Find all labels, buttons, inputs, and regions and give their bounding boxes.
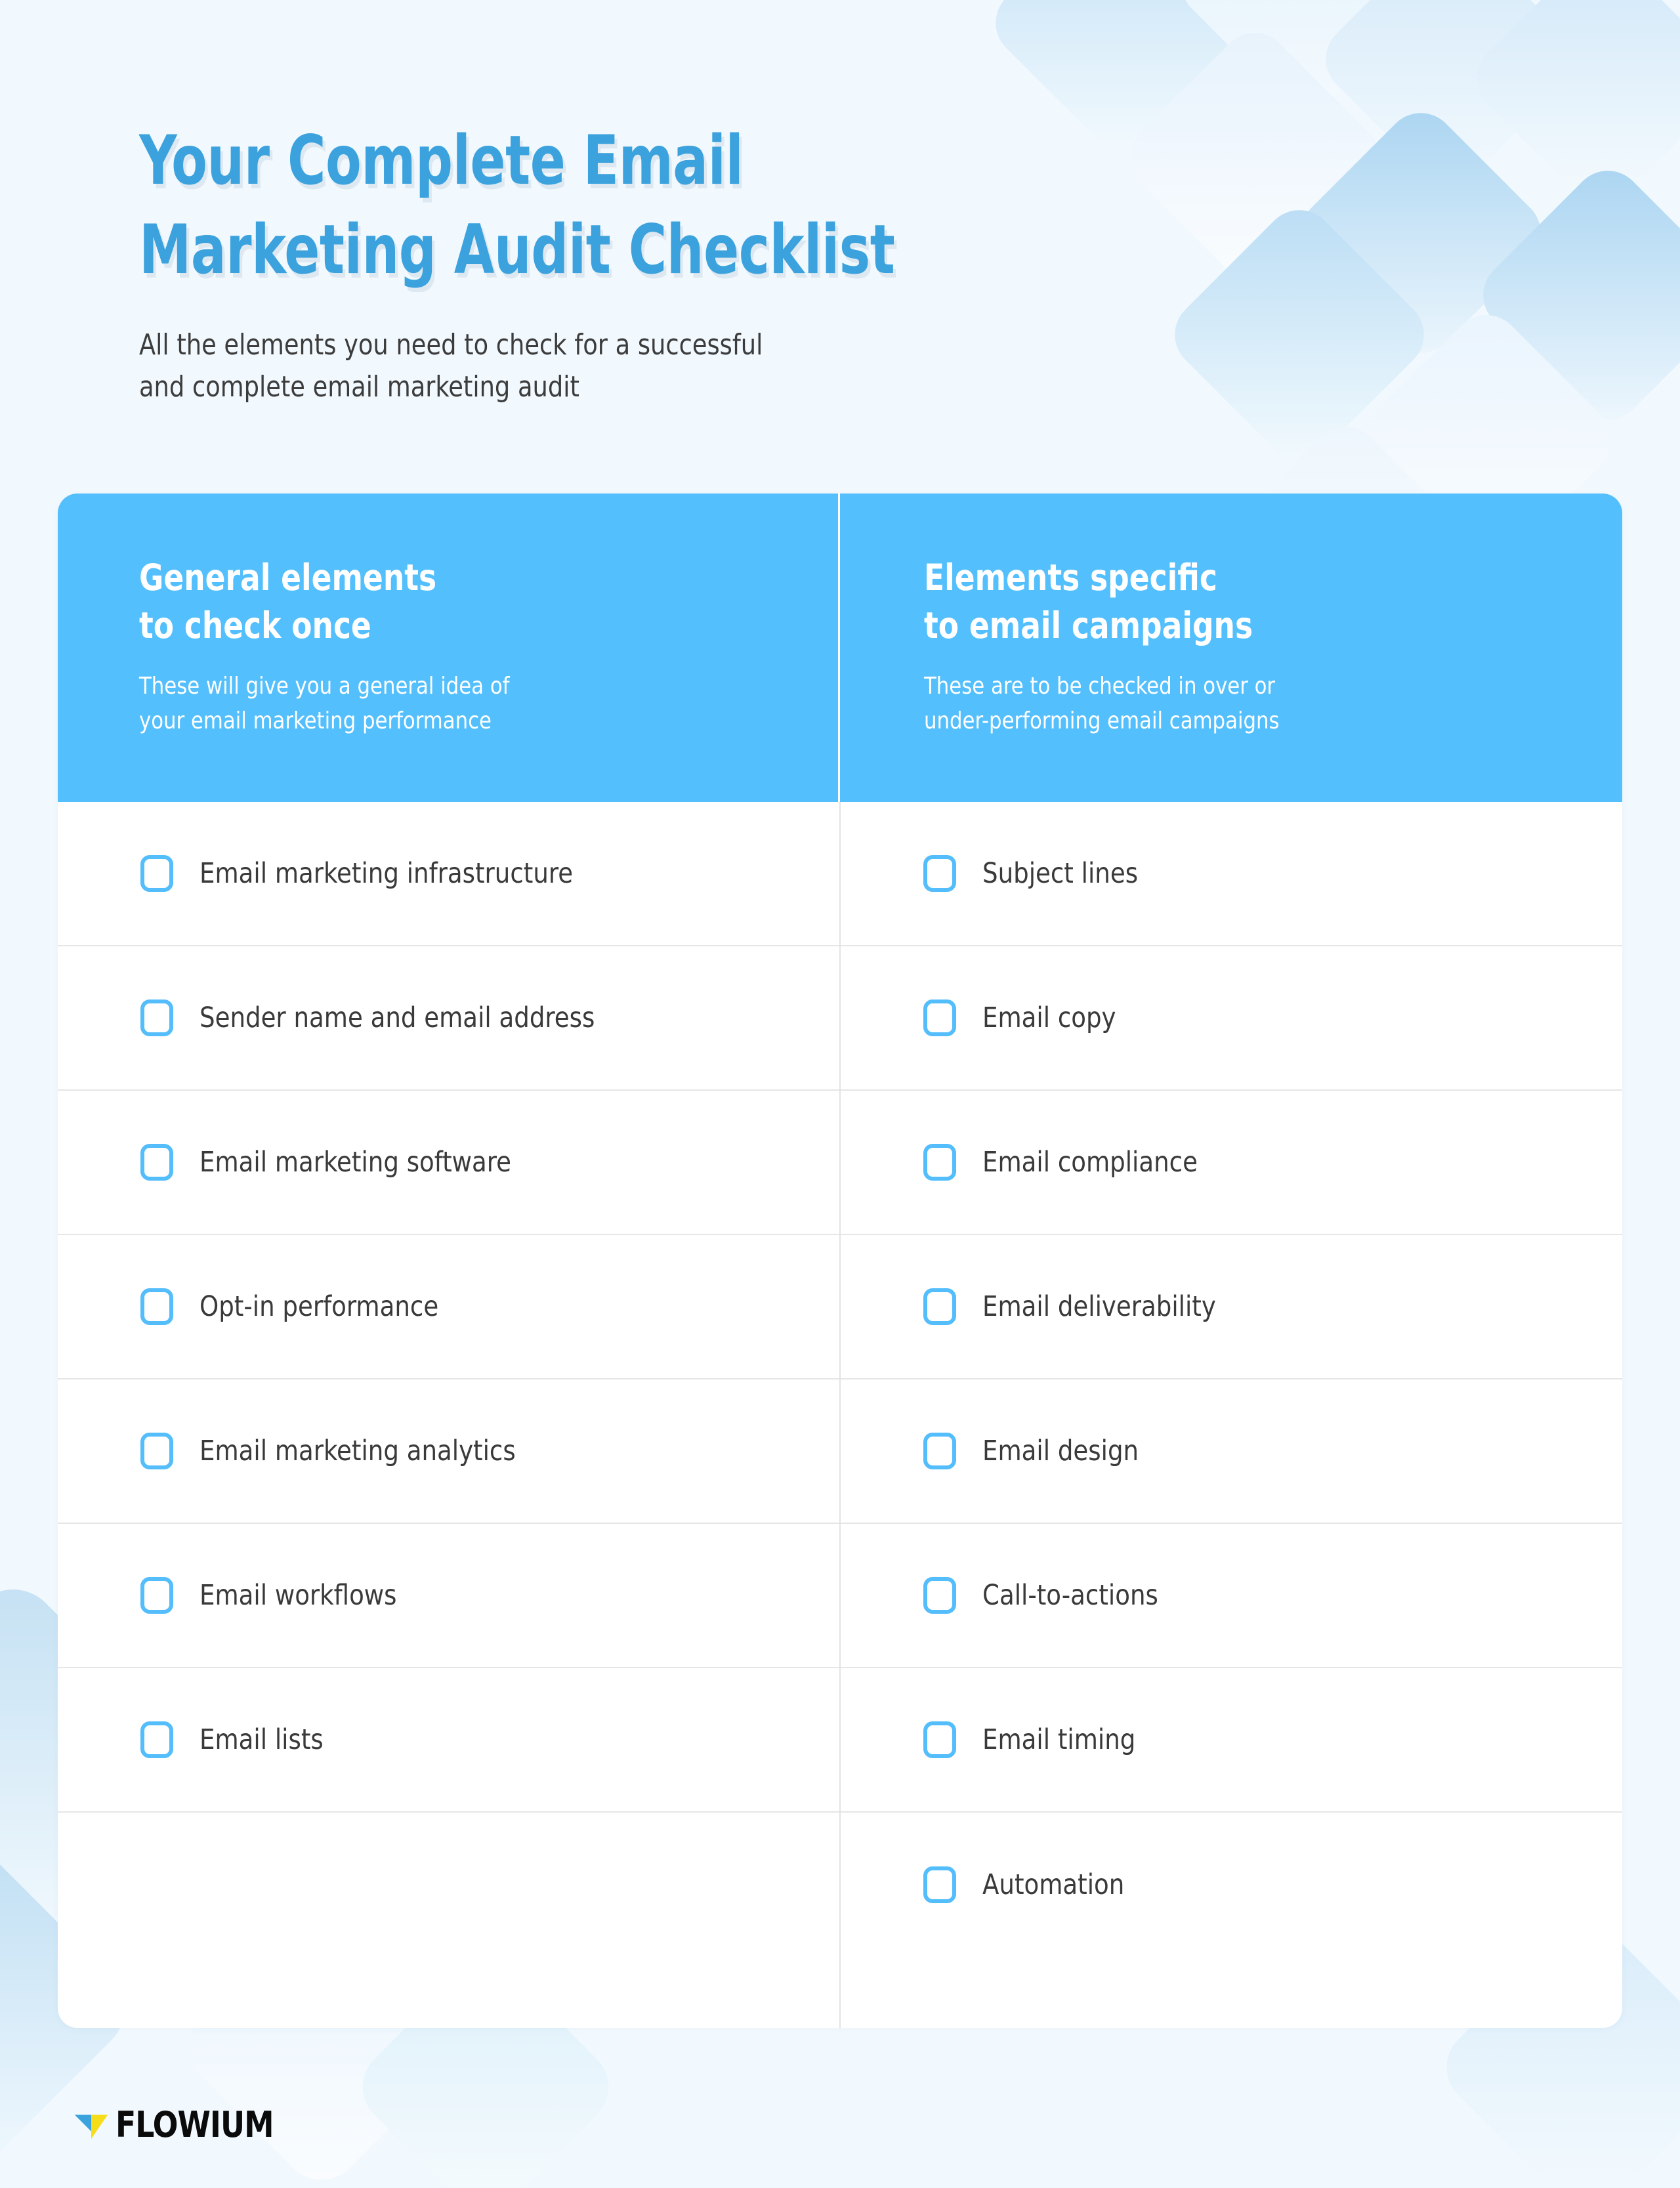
checkbox-icon[interactable] (140, 855, 173, 892)
checklist-row[interactable]: Email copy (841, 946, 1622, 1091)
checkbox-icon[interactable] (923, 999, 956, 1036)
column-subheading: These will give you a general idea of yo… (139, 673, 510, 735)
checkbox-icon[interactable] (923, 1288, 956, 1325)
checkbox-icon[interactable] (923, 1577, 956, 1614)
checklist-item-label: Opt-in performance (200, 1290, 439, 1323)
checklist-item-label: Email timing (982, 1723, 1136, 1756)
checklist-column-general: Email marketing infrastructure Sender na… (58, 802, 839, 2028)
checklist-row[interactable]: Automation (841, 1813, 1622, 1957)
checklist-row-empty (58, 1813, 839, 1957)
checkbox-icon[interactable] (923, 855, 956, 892)
checklist-row[interactable]: Email marketing analytics (58, 1379, 839, 1524)
checklist-card: General elements to check once These wil… (58, 494, 1622, 2028)
checklist-item-label: Email design (982, 1435, 1139, 1467)
checklist-item-label: Subject lines (982, 857, 1139, 890)
checkbox-icon[interactable] (923, 1721, 956, 1758)
column-heading: General elements to check once (139, 557, 437, 646)
checklist-row[interactable]: Email workflows (58, 1524, 839, 1668)
column-header-general: General elements to check once These wil… (58, 494, 838, 802)
checklist-item-label: Email marketing infrastructure (200, 857, 574, 890)
checklist-row[interactable]: Email compliance (841, 1091, 1622, 1235)
flowium-logo-text: FLOWIUM (116, 2104, 274, 2145)
checklist-item-label: Automation (982, 1868, 1125, 1901)
checkbox-icon[interactable] (140, 1144, 173, 1181)
checklist-item-label: Email marketing software (200, 1146, 512, 1179)
checkbox-icon[interactable] (140, 1288, 173, 1325)
checkbox-icon[interactable] (140, 999, 173, 1036)
checklist-row[interactable]: Email marketing infrastructure (58, 802, 839, 946)
checklist-row[interactable]: Sender name and email address (58, 946, 839, 1091)
page-title: Your Complete Email Marketing Audit Chec… (139, 121, 895, 289)
checklist-item-label: Email compliance (982, 1146, 1198, 1179)
checklist-item-label: Email deliverability (982, 1290, 1216, 1323)
checklist-item-label: Email marketing analytics (200, 1435, 516, 1467)
checklist-row[interactable]: Email design (841, 1379, 1622, 1524)
checklist-item-label: Email lists (200, 1723, 324, 1756)
checklist-row[interactable]: Email deliverability (841, 1235, 1622, 1379)
checklist-row[interactable]: Subject lines (841, 802, 1622, 946)
checklist-item-label: Email workflows (200, 1579, 397, 1612)
checklist-row[interactable]: Opt-in performance (58, 1235, 839, 1379)
column-header-campaigns: Elements specific to email campaigns The… (837, 494, 1623, 802)
checkbox-icon[interactable] (140, 1721, 173, 1758)
checkbox-icon[interactable] (923, 1866, 956, 1903)
column-subheading: These are to be checked in over or under… (923, 673, 1280, 735)
checklist-item-label: Email copy (982, 1001, 1116, 1034)
checkbox-icon[interactable] (923, 1433, 956, 1469)
flowium-logo-mark-icon (74, 2114, 108, 2139)
checklist-column-campaigns: Subject lines Email copy Email complianc… (839, 802, 1622, 2028)
checklist-item-label: Call-to-actions (982, 1579, 1158, 1612)
checkbox-icon[interactable] (923, 1144, 956, 1181)
column-heading: Elements specific to email campaigns (923, 557, 1253, 646)
flowium-logo: FLOWIUM (72, 2104, 284, 2145)
checklist-item-label: Sender name and email address (200, 1001, 595, 1034)
checklist-row[interactable]: Email timing (841, 1668, 1622, 1813)
checklist-row[interactable]: Call-to-actions (841, 1524, 1622, 1668)
checkbox-icon[interactable] (140, 1433, 173, 1469)
checklist-header-band: General elements to check once These wil… (58, 494, 1622, 802)
page-subtitle: All the elements you need to check for a… (139, 327, 763, 404)
checklist-page: Your Complete Email Marketing Audit Chec… (0, 0, 1680, 2188)
checklist-row[interactable]: Email lists (58, 1668, 839, 1813)
checkbox-icon[interactable] (140, 1577, 173, 1614)
checklist-body: Email marketing infrastructure Sender na… (58, 802, 1622, 2028)
checklist-row[interactable]: Email marketing software (58, 1091, 839, 1235)
page-header: Your Complete Email Marketing Audit Chec… (139, 117, 1215, 408)
